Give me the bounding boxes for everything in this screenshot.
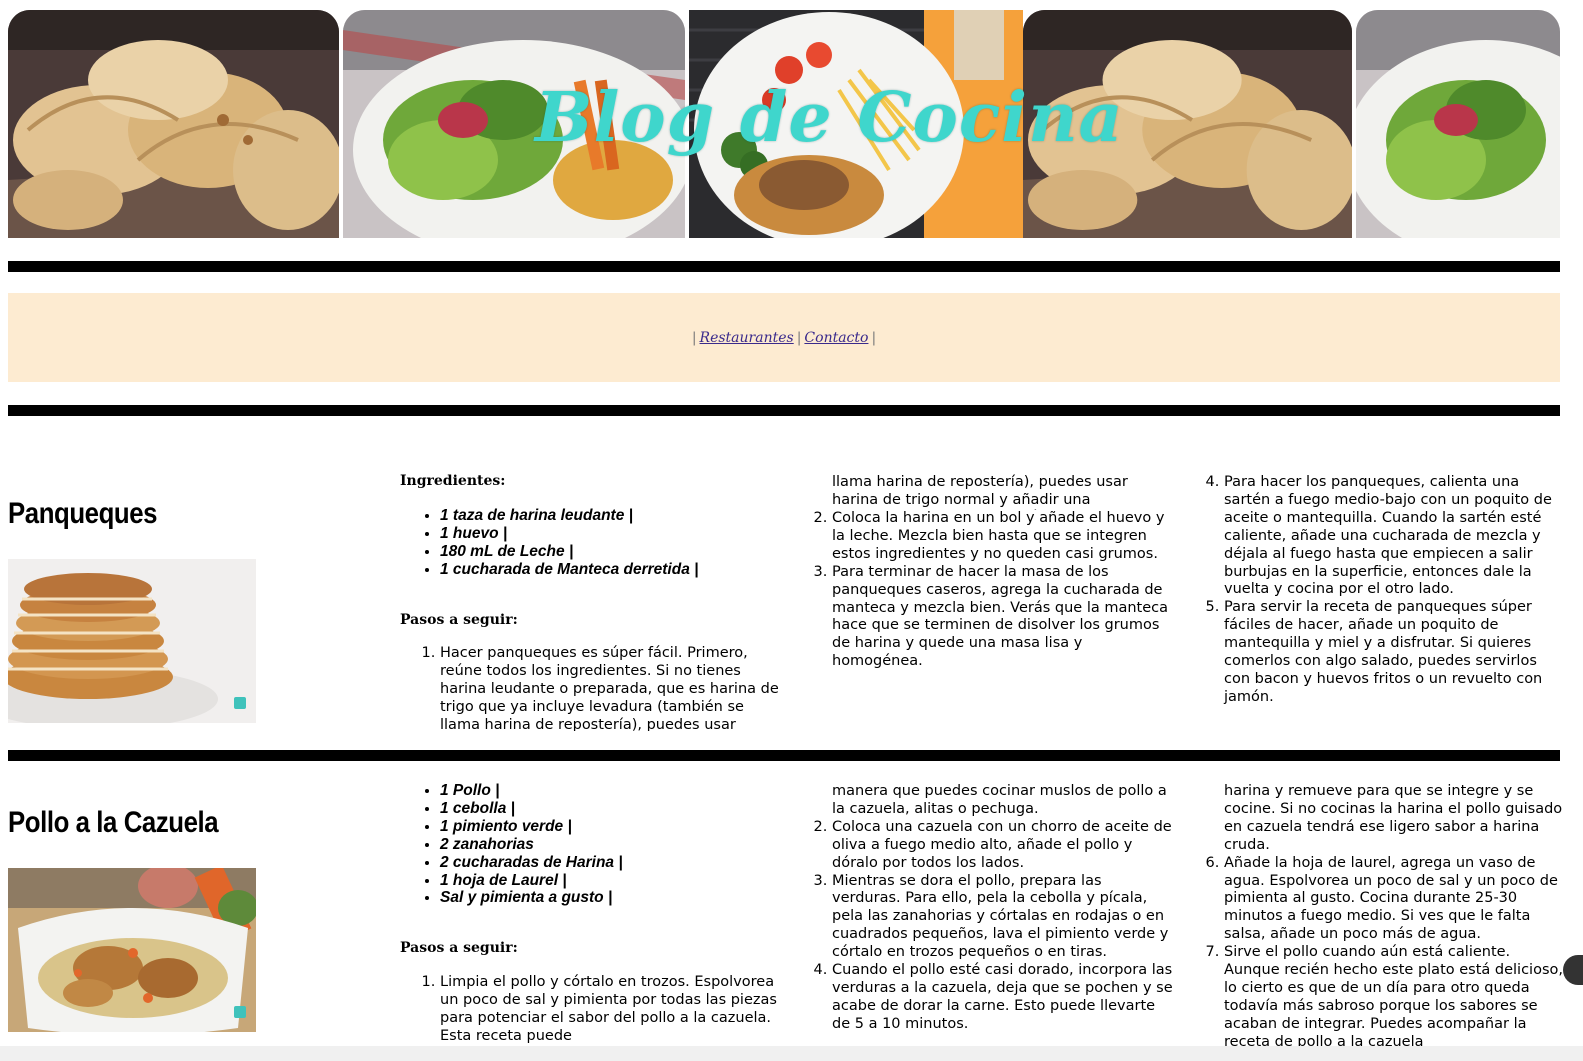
step-item: Coloca la harina en un bol y añade el hu…	[832, 510, 1174, 564]
step-item: Cuando el pollo esté casi dorado, incorp…	[832, 962, 1174, 1034]
steps-column-3: Para hacer los panqueques, calienta una …	[1184, 474, 1574, 707]
step-item: Añade la hoja de laurel, agrega un vaso …	[1224, 855, 1566, 945]
step-continuation: manera que puedes cocinar muslos de poll…	[832, 783, 1167, 817]
step-continuation: Hacer panqueques es súper fácil. Primero…	[792, 474, 1182, 510]
nav-separator: |	[691, 329, 697, 346]
steps-column-2: Hacer panqueques es súper fácil. Primero…	[792, 474, 1182, 671]
step-item: Coloca una cazuela con un chorro de acei…	[832, 819, 1174, 873]
divider	[8, 750, 1560, 761]
steps-heading: Pasos a seguir:	[400, 940, 518, 957]
ingredient-item: 1 taza de harina leudante |	[440, 507, 790, 525]
step-item: Para servir la receta de panqueques súpe…	[1224, 599, 1566, 706]
step-continuation: harina y remueve para que se integre y s…	[1224, 783, 1563, 853]
ingredient-item: 180 mL de Leche |	[440, 543, 790, 561]
step-item: Para hacer los panqueques, calienta una …	[1224, 474, 1566, 599]
ingredient-item: Sal y pimienta a gusto |	[440, 889, 790, 907]
recipe-title: Pollo a la Cazuela	[8, 806, 219, 839]
ingredient-item: 1 hoja de Laurel |	[440, 872, 790, 890]
ingredient-item: 2 zanahorias	[440, 836, 790, 854]
ingredients-heading: Ingredientes:	[400, 473, 506, 489]
step-item: Mientras se dora el pollo, prepara las v…	[832, 873, 1174, 963]
pancakes-photo	[8, 559, 256, 723]
divider	[8, 405, 1560, 416]
step-item: Limpia el pollo y córtalo en trozos. Esp…	[440, 974, 782, 1046]
steps-heading: Pasos a seguir:	[400, 611, 518, 628]
nav-bar: | Restaurantes | Contacto |	[8, 293, 1560, 382]
nav-link-restaurantes[interactable]: Restaurantes	[700, 330, 794, 346]
steps-list-part-1: Hacer panqueques es súper fácil. Primero…	[400, 645, 790, 731]
ingredient-item: 1 cebolla |	[440, 800, 790, 818]
step-item: Hacer panqueques es súper fácil. Primero…	[440, 645, 782, 731]
chicken-stew-photo	[8, 868, 256, 1032]
ingredient-item: 1 cucharada de Manteca derretida |	[440, 561, 790, 579]
banner-salad-plate-photo-2	[1356, 10, 1560, 238]
step-item: Hacer panqueques es súper fácil. Primero…	[832, 474, 1174, 510]
ingredient-item: 1 pimiento verde |	[440, 818, 790, 836]
nav-separator: |	[871, 329, 877, 346]
step-item: Sirve el pollo cuando aún está caliente.…	[1224, 944, 1566, 1051]
ingredient-item: 2 cucharadas de Harina |	[440, 854, 790, 872]
blog-title: Blog de Cocina	[535, 78, 1124, 158]
divider	[8, 261, 1560, 272]
ingredients-column: Ingredientes: 1 taza de harina leudante …	[400, 473, 790, 731]
ingredient-list: 1 Pollo | 1 cebolla | 1 pimiento verde |…	[400, 782, 790, 907]
banner-empanadas-photo	[8, 10, 339, 238]
ingredients-column: 1 Pollo | 1 cebolla | 1 pimiento verde |…	[400, 782, 790, 1046]
nav-link-contacto[interactable]: Contacto	[804, 330, 868, 346]
ingredient-list: 1 taza de harina leudante | 1 huevo | 18…	[400, 507, 790, 579]
horizontal-scrollbar[interactable]	[0, 1046, 1583, 1061]
steps-column-2: manera que puedes cocinar muslos de poll…	[792, 783, 1182, 1034]
steps-list: Limpia el pollo y córtalo en trozos. Esp…	[400, 974, 782, 1046]
steps-column-3: harina y remueve para que se integre y s…	[1184, 783, 1574, 1052]
step-item: Para terminar de hacer la masa de los pa…	[832, 564, 1174, 671]
ingredient-item: 1 huevo |	[440, 525, 790, 543]
nav-separator: |	[796, 329, 802, 346]
ingredient-item: 1 Pollo |	[440, 782, 790, 800]
recipe-title: Panqueques	[8, 497, 158, 530]
